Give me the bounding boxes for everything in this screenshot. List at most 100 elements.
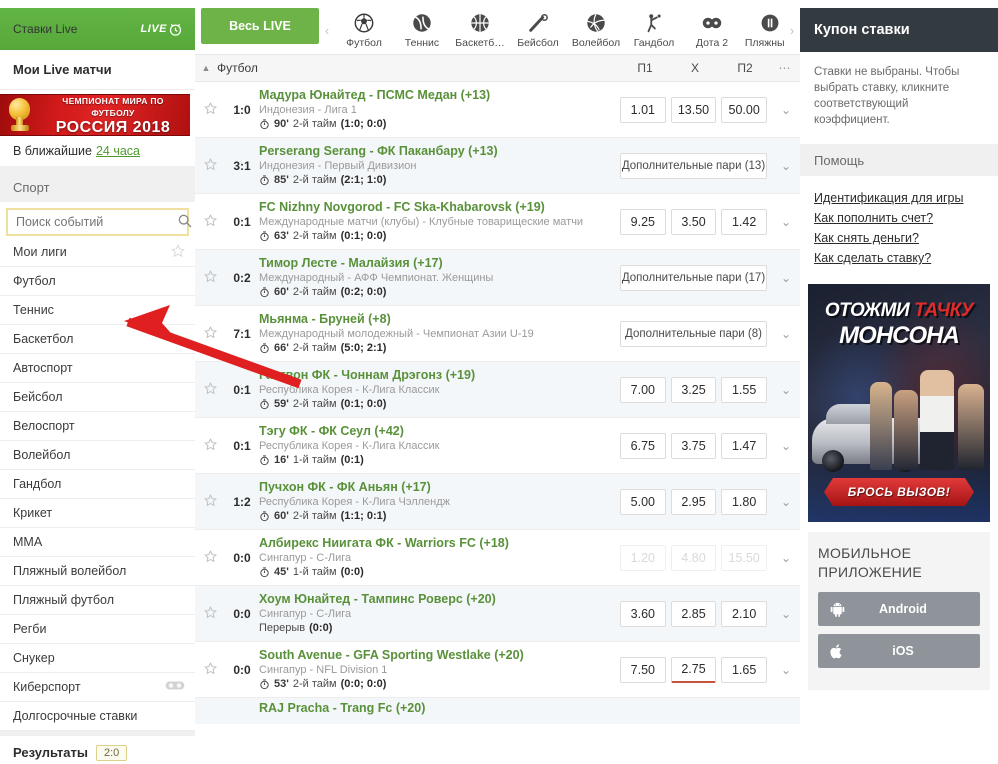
match-teams[interactable]: Perserang Serang - ФК Паканбару (+13) — [259, 144, 498, 158]
odd-x[interactable]: 3.25 — [670, 376, 717, 403]
table-row[interactable]: 0:0 South Avenue - GFA Sporting Westlake… — [195, 642, 800, 698]
promo-cta-button[interactable]: БРОСЬ ВЫЗОВ! — [824, 478, 974, 506]
odd-p1[interactable]: 6.75 — [619, 432, 666, 459]
favorite-star-icon[interactable] — [195, 213, 225, 230]
extra-bets-button[interactable]: Дополнительные пари (17) — [620, 264, 767, 291]
sports-nav-prev[interactable]: ‹ — [319, 6, 335, 54]
chevron-down-icon[interactable]: ⌄ — [772, 439, 800, 453]
odd-p1[interactable]: 1.01 — [619, 96, 666, 123]
sidebar-item-beach-football[interactable]: Пляжный футбол — [0, 586, 195, 615]
match-teams[interactable]: Тэгу ФК - ФК Сеул (+42) — [259, 424, 404, 438]
promo-banner[interactable]: ОТОЖМИ ТАЧКУ МОНСОНА БРОСЬ ВЫЗОВ! — [808, 284, 990, 522]
match-teams[interactable]: FC Nizhny Novgorod - FC Ska-Khabarovsk (… — [259, 200, 545, 214]
favorite-star-icon[interactable] — [195, 661, 225, 678]
sidebar-item-beach-volleyball[interactable]: Пляжный волейбол — [0, 557, 195, 586]
search-icon[interactable] — [177, 213, 193, 232]
star-icon[interactable] — [171, 243, 185, 261]
sidebar-item-motorsport[interactable]: Автоспорт — [0, 354, 195, 383]
sidebar-item-rugby[interactable]: Регби — [0, 615, 195, 644]
match-teams[interactable]: Гангвон ФК - Чоннам Дрэгонз (+19) — [259, 368, 475, 382]
odd-p1[interactable]: 7.50 — [619, 656, 666, 683]
help-link-deposit[interactable]: Как пополнить счет? — [814, 208, 984, 228]
odd-x[interactable]: 2.95 — [670, 488, 717, 515]
odd-p2[interactable]: 1.65 — [721, 656, 767, 683]
chevron-down-icon[interactable]: ⌄ — [772, 103, 800, 117]
odd-p2[interactable]: 1.47 — [721, 432, 767, 459]
chevron-down-icon[interactable]: ⌄ — [772, 215, 800, 229]
sidebar-item-esports[interactable]: Киберспорт — [0, 673, 195, 702]
help-link-identification[interactable]: Идентификация для игры — [814, 188, 984, 208]
my-live-matches[interactable]: Мои Live матчи — [0, 50, 195, 90]
table-row[interactable]: 0:1 FC Nizhny Novgorod - FC Ska-Khabarov… — [195, 194, 800, 250]
column-more[interactable]: ⋯ — [770, 61, 800, 75]
table-row[interactable]: 0:1 Гангвон ФК - Чоннам Дрэгонз (+19) Ре… — [195, 362, 800, 418]
chevron-down-icon[interactable]: ⌄ — [772, 271, 800, 285]
odd-p1[interactable]: 9.25 — [619, 208, 666, 235]
sidebar-item-my-leagues[interactable]: Мои лиги — [0, 238, 195, 267]
help-link-place-bet[interactable]: Как сделать ставку? — [814, 248, 984, 268]
sidebar-item-cricket[interactable]: Крикет — [0, 499, 195, 528]
all-live-button[interactable]: Весь LIVE — [201, 8, 319, 44]
tab-beach[interactable]: Пляжны… — [741, 6, 784, 49]
upcoming-24h-link[interactable]: 24 часа — [96, 144, 140, 158]
search-input[interactable] — [16, 215, 177, 229]
match-teams[interactable]: RAJ Pracha - Trang Fc (+20) — [259, 701, 425, 715]
odd-x[interactable]: 2.75 — [670, 656, 717, 683]
tab-tennis[interactable]: Теннис — [393, 6, 451, 49]
tab-handball[interactable]: Гандбол — [625, 6, 683, 49]
ios-app-button[interactable]: iOS — [818, 634, 980, 668]
match-teams[interactable]: Албирекс Ниигата ФК - Warriors FC (+18) — [259, 536, 509, 550]
odd-x[interactable]: 13.50 — [670, 96, 717, 123]
odd-p2[interactable]: 50.00 — [721, 96, 767, 123]
help-link-withdraw[interactable]: Как снять деньги? — [814, 228, 984, 248]
match-teams[interactable]: South Avenue - GFA Sporting Westlake (+2… — [259, 648, 524, 662]
sidebar-item-handball[interactable]: Гандбол — [0, 470, 195, 499]
table-row[interactable]: 0:2 Тимор Лесте - Малайзия (+17) Междуна… — [195, 250, 800, 306]
match-teams[interactable]: Мьянма - Бруней (+8) — [259, 312, 391, 326]
sidebar-item-longterm-bets[interactable]: Долгосрочные ставки — [0, 702, 195, 731]
collapse-caret-icon[interactable]: ▲ — [195, 63, 217, 73]
chevron-down-icon[interactable]: ⌄ — [772, 383, 800, 397]
odd-p2[interactable]: 1.80 — [721, 488, 767, 515]
tab-basketball[interactable]: Баскетб… — [451, 6, 509, 49]
odd-p2[interactable]: 2.10 — [721, 600, 767, 627]
favorite-star-icon[interactable] — [195, 549, 225, 566]
odd-p1[interactable]: 5.00 — [619, 488, 666, 515]
sidebar-item-volleyball[interactable]: Волейбол — [0, 441, 195, 470]
match-teams[interactable]: Пучхон ФК - ФК Аньян (+17) — [259, 480, 431, 494]
odd-p1[interactable]: 3.60 — [619, 600, 666, 627]
tab-football[interactable]: Футбол — [335, 6, 393, 49]
odd-x[interactable]: 2.85 — [670, 600, 717, 627]
odd-x[interactable]: 3.75 — [670, 432, 717, 459]
match-teams[interactable]: Мадура Юнайтед - ПСМС Медан (+13) — [259, 88, 490, 102]
section-title[interactable]: Футбол — [217, 61, 258, 75]
sidebar-item-cycling[interactable]: Велоспорт — [0, 412, 195, 441]
tab-volleyball[interactable]: Волейбол — [567, 6, 625, 49]
odd-p1[interactable]: 7.00 — [619, 376, 666, 403]
world-cup-banner[interactable]: ЧЕМПИОНАТ МИРА ПО ФУТБОЛУ РОССИЯ 2018 — [0, 94, 190, 136]
sidebar-item-baseball[interactable]: Бейсбол — [0, 383, 195, 412]
odd-p2[interactable]: 1.42 — [721, 208, 767, 235]
sidebar-item-tennis[interactable]: Теннис — [0, 296, 195, 325]
search-box[interactable] — [6, 208, 192, 236]
favorite-star-icon[interactable] — [195, 101, 225, 118]
odd-p2[interactable]: 1.55 — [721, 376, 767, 403]
chevron-down-icon[interactable]: ⌄ — [772, 159, 800, 173]
sports-nav-next[interactable]: › — [784, 6, 800, 54]
table-row[interactable]: 1:0 Мадура Юнайтед - ПСМС Медан (+13) Ин… — [195, 82, 800, 138]
extra-bets-button[interactable]: Дополнительные пари (8) — [620, 320, 767, 347]
sidebar-item-football[interactable]: Футбол — [0, 267, 195, 296]
sidebar-item-snooker[interactable]: Снукер — [0, 644, 195, 673]
odd-x[interactable]: 3.50 — [670, 208, 717, 235]
tab-baseball[interactable]: Бейсбол — [509, 6, 567, 49]
table-row[interactable]: 3:1 Perserang Serang - ФК Паканбару (+13… — [195, 138, 800, 194]
table-row[interactable]: 7:1 Мьянма - Бруней (+8) Международный м… — [195, 306, 800, 362]
sidebar-item-mma[interactable]: ММА — [0, 528, 195, 557]
match-teams[interactable]: Хоум Юнайтед - Тампинс Роверс (+20) — [259, 592, 496, 606]
chevron-down-icon[interactable]: ⌄ — [772, 327, 800, 341]
favorite-star-icon[interactable] — [195, 493, 225, 510]
match-teams[interactable]: Тимор Лесте - Малайзия (+17) — [259, 256, 443, 270]
favorite-star-icon[interactable] — [195, 605, 225, 622]
sidebar-item-basketball[interactable]: Баскетбол — [0, 325, 195, 354]
table-row[interactable]: RAJ Pracha - Trang Fc (+20) — [195, 698, 800, 724]
